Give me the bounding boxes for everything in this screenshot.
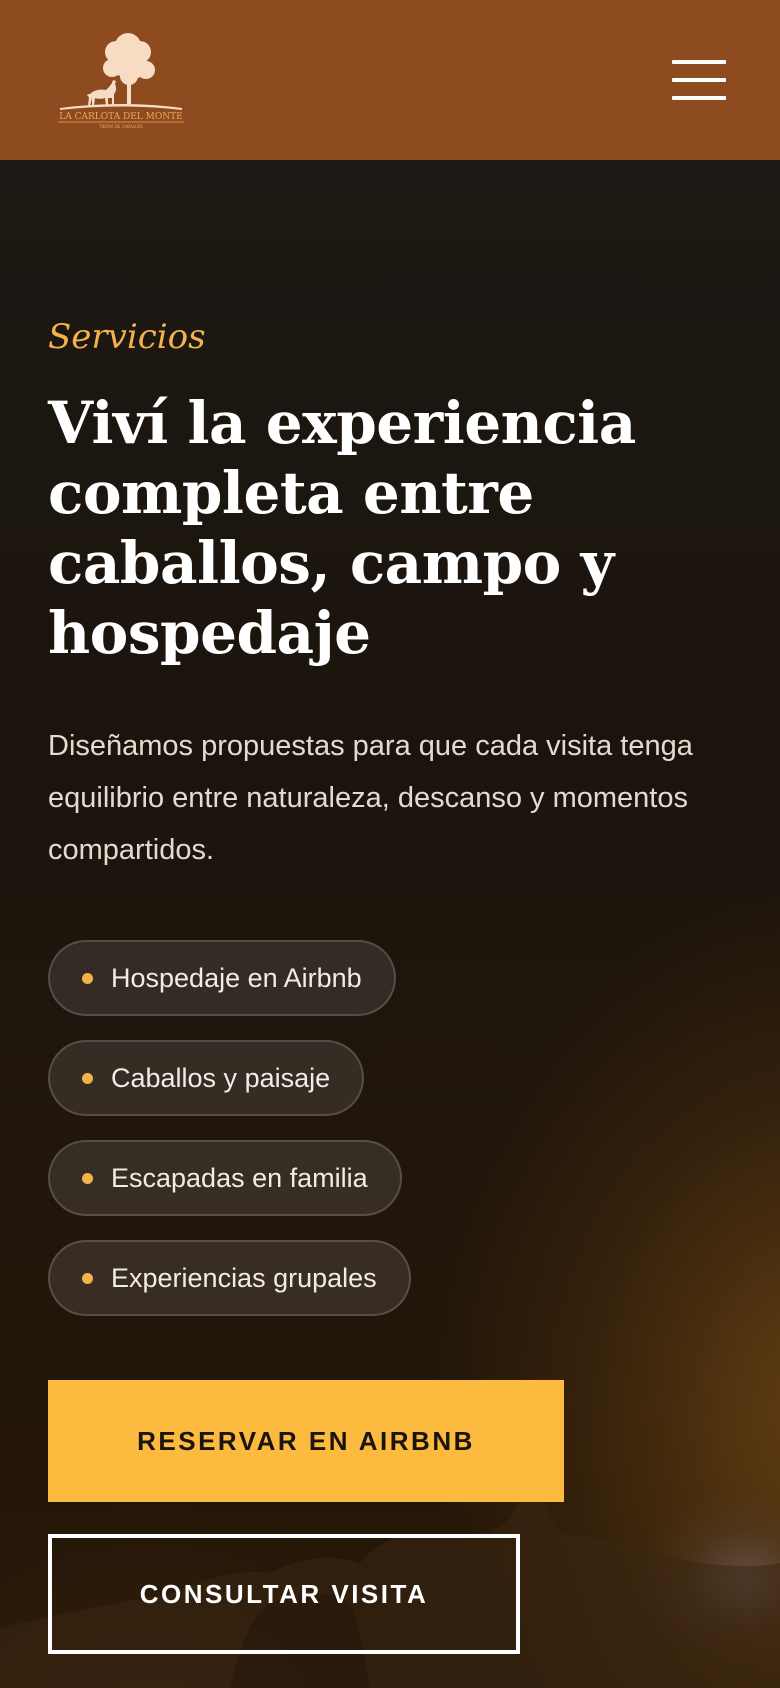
- services-hero: Servicios Viví la experiencia completa e…: [0, 160, 780, 1688]
- bullet-dot-icon: [82, 972, 93, 984]
- reserve-airbnb-button[interactable]: RESERVAR EN AIRBNB: [48, 1380, 564, 1502]
- feature-label: Hospedaje en Airbnb: [111, 962, 362, 993]
- site-logo[interactable]: LA CARLOTA DEL MONTE TIERRA DE CABALLOS: [56, 28, 186, 132]
- consult-visit-button[interactable]: CONSULTAR VISITA: [48, 1534, 520, 1654]
- reserve-airbnb-button-label: RESERVAR EN AIRBNB: [137, 1425, 475, 1456]
- page: LA CARLOTA DEL MONTE TIERRA DE CABALLOS …: [0, 0, 780, 1688]
- feature-chip: Escapadas en familia: [48, 1140, 402, 1216]
- hero-description: Diseñamos propuestas para que cada visit…: [48, 730, 693, 866]
- svg-text:LA CARLOTA DEL MONTE: LA CARLOTA DEL MONTE: [59, 112, 182, 122]
- feature-label: Escapadas en familia: [111, 1162, 368, 1193]
- consult-visit-button-label: CONSULTAR VISITA: [139, 1578, 429, 1609]
- menu-bar: [672, 60, 726, 64]
- bullet-dot-icon: [82, 1072, 93, 1084]
- site-header: LA CARLOTA DEL MONTE TIERRA DE CABALLOS: [0, 0, 780, 160]
- feature-chip: Hospedaje en Airbnb: [48, 940, 396, 1016]
- svg-text:TIERRA DE CABALLOS: TIERRA DE CABALLOS: [98, 124, 143, 129]
- feature-label: Experiencias grupales: [111, 1262, 377, 1293]
- menu-bar: [672, 78, 726, 82]
- feature-chip: Caballos y paisaje: [48, 1040, 365, 1116]
- menu-bar: [672, 96, 726, 100]
- hero-title: Viví la experiencia completa entre cabal…: [48, 389, 636, 667]
- hamburger-menu-icon[interactable]: [672, 58, 726, 102]
- bullet-dot-icon: [82, 1172, 93, 1184]
- bullet-dot-icon: [82, 1272, 93, 1284]
- feature-label: Caballos y paisaje: [111, 1062, 331, 1093]
- tree-horse-logo-icon: LA CARLOTA DEL MONTE TIERRA DE CABALLOS: [58, 33, 184, 129]
- feature-list: Hospedaje en Airbnb Caballos y paisaje E…: [48, 940, 548, 1340]
- section-eyebrow: Servicios: [48, 317, 206, 357]
- feature-chip: Experiencias grupales: [48, 1240, 411, 1316]
